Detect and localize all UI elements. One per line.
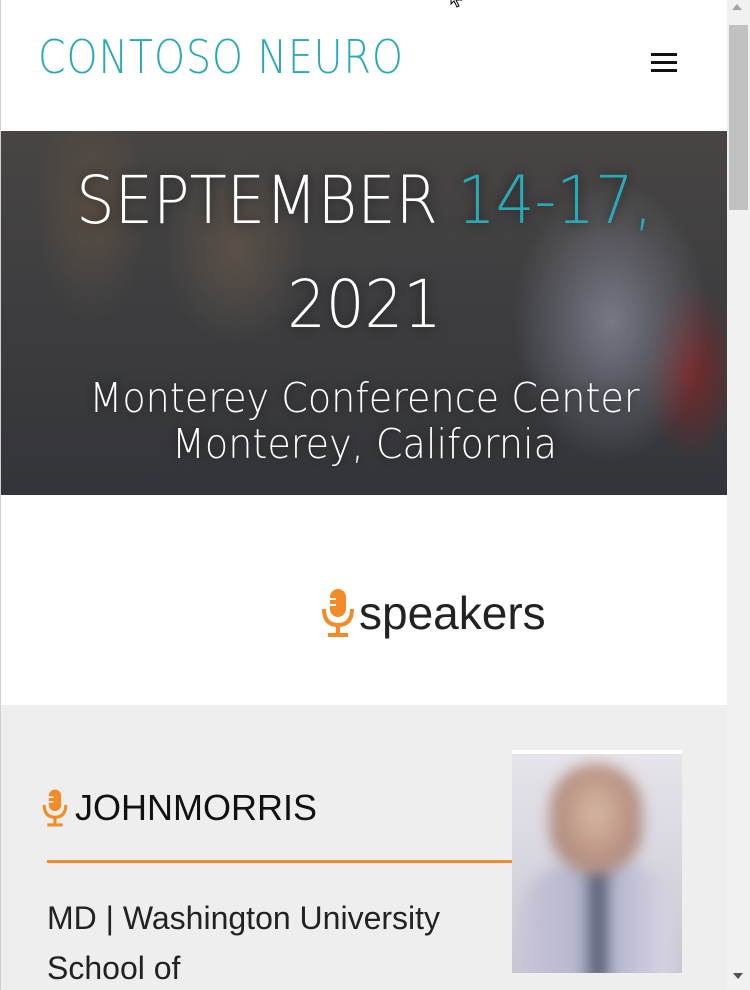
venue-name: Monterey Conference Center	[89, 374, 640, 422]
event-date-year: 2021	[287, 266, 442, 343]
speaker-photo-face	[550, 764, 642, 874]
scrollbar-thumb[interactable]	[729, 25, 748, 210]
scroll-down-arrow-icon[interactable]	[733, 973, 743, 979]
event-date: SEPTEMBER 14-17, 2021	[30, 149, 699, 357]
venue-city: Monterey, California	[172, 420, 557, 468]
speaker-name-row: JOHNMORRIS	[41, 787, 317, 829]
event-date-days: 14-17,	[457, 162, 653, 239]
speaker-divider	[47, 860, 517, 863]
page-viewport: CONTOSO NEURO SEPTEMBER 14-17, 2021 Mont…	[0, 0, 727, 990]
microphone-icon	[322, 589, 354, 637]
event-date-month: SEPTEMBER	[76, 162, 458, 239]
hamburger-menu-icon[interactable]	[647, 49, 679, 77]
speaker-photo[interactable]	[512, 750, 682, 973]
scroll-up-arrow-icon[interactable]	[732, 4, 742, 10]
speaker-name[interactable]: JOHNMORRIS	[75, 787, 317, 829]
speakers-heading: speakers	[321, 583, 546, 643]
mouse-cursor-icon	[450, 0, 463, 8]
speaker-photo-body	[522, 864, 672, 973]
speaker-affiliation: MD | Washington University School of	[47, 900, 441, 986]
site-header: CONTOSO NEURO	[1, 0, 727, 131]
speakers-heading-label: speakers	[359, 587, 546, 639]
speaker-card: JOHNMORRIS MD | Washington University Sc…	[1, 705, 727, 990]
speaker-photo-image	[512, 754, 682, 973]
event-venue: Monterey Conference Center Monterey, Cal…	[26, 375, 702, 467]
hero-banner: SEPTEMBER 14-17, 2021 Monterey Conferenc…	[1, 131, 727, 495]
site-logo[interactable]: CONTOSO NEURO	[38, 30, 404, 84]
vertical-scrollbar[interactable]	[727, 0, 750, 990]
microphone-icon	[42, 789, 68, 827]
